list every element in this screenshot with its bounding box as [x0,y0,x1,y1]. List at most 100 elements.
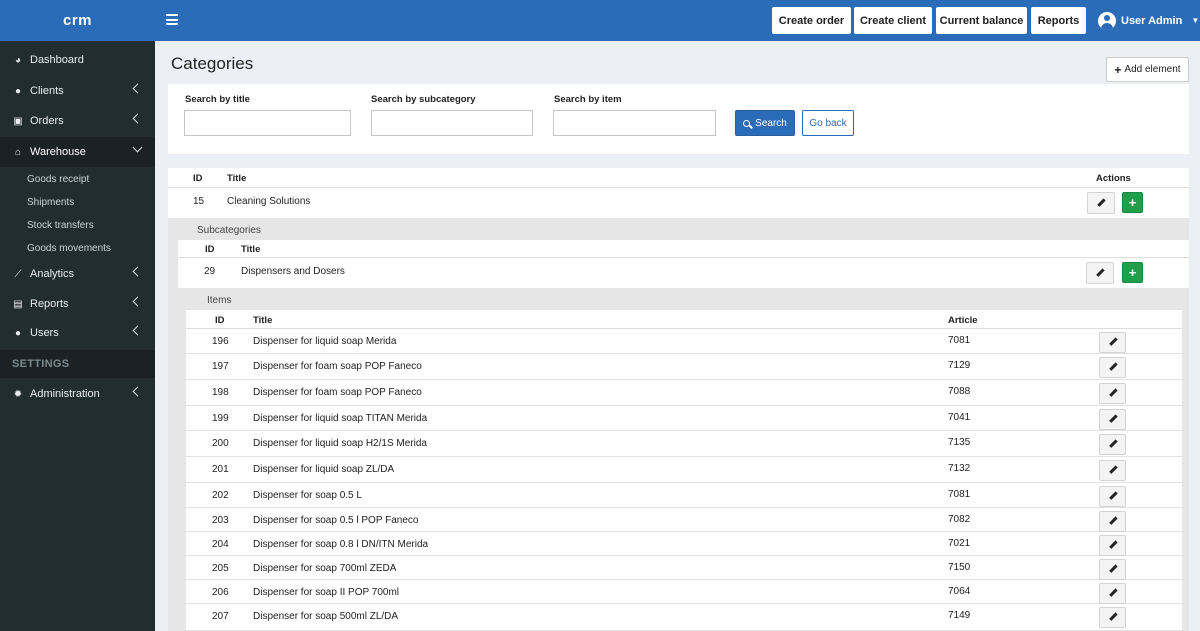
table-header: ID Title [178,240,1189,258]
pencil-icon [1108,565,1117,574]
item-id: 203 [212,515,229,526]
top-navbar: crm Create order Create client Current b… [0,0,1200,41]
sidebar-item-users[interactable]: ● Users [0,318,155,348]
search-icon [743,119,751,127]
pencil-icon [1096,269,1105,278]
chart-line-icon: ⟋ [14,268,22,280]
dashboard-icon: ◕ [14,54,22,66]
sidebar-subitem-stock-transfers[interactable]: Stock transfers [0,214,155,236]
search-subcategory-input[interactable] [371,110,533,136]
edit-item-button[interactable] [1099,332,1126,353]
sidebar-item-reports[interactable]: ▤ Reports [0,289,155,319]
table-row: 204 Dispenser for soap 0.8 l DN/ITN Merid… [186,532,1182,556]
sidebar-item-dashboard[interactable]: ◕ Dashboard [0,45,155,75]
current-balance-button[interactable]: Current balance [936,7,1027,34]
edit-item-button[interactable] [1099,383,1126,404]
item-article: 7064 [948,586,971,597]
chevron-left-icon [132,83,143,94]
pencil-icon [1108,440,1117,449]
edit-item-button[interactable] [1099,357,1126,378]
column-header-actions: Actions [1096,173,1131,184]
edit-item-button[interactable] [1099,486,1126,507]
sidebar-item-label: Warehouse [30,146,86,158]
pencil-icon [1108,517,1117,526]
sidebar-item-label: Orders [30,115,64,127]
items-label: Items [207,295,232,306]
item-title: Dispenser for liquid soap Merida [253,336,397,347]
add-subcategory-button[interactable]: + [1122,192,1143,213]
sidebar-item-analytics[interactable]: ⟋ Analytics [0,259,155,289]
table-row: 203 Dispenser for soap 0.5 l POP Faneco 70… [186,508,1182,532]
add-item-button[interactable]: + [1122,262,1143,283]
search-title-input[interactable] [184,110,351,136]
item-article: 7081 [948,335,971,346]
create-order-button[interactable]: Create order [772,7,851,34]
users-icon: ● [14,85,22,97]
item-title: Dispenser for liquid soap TITAN Merida [253,413,428,424]
item-id: 198 [212,387,229,398]
sidebar-subitem-shipments[interactable]: Shipments [0,191,155,213]
sidebar-item-warehouse[interactable]: ⌂ Warehouse [0,137,155,167]
item-id: 204 [212,539,229,550]
subcategories-table: ID Title 29 Dispensers and Dosers + Item… [178,240,1189,631]
edit-item-button[interactable] [1099,607,1126,628]
sidebar-item-clients[interactable]: ● Clients [0,76,155,106]
menu-toggle-icon[interactable] [166,14,178,25]
edit-item-button[interactable] [1099,559,1126,580]
sidebar-subitem-goods-receipt[interactable]: Goods receipt [0,168,155,190]
sidebar-item-label: Analytics [30,268,75,280]
table-row: 206 Dispenser for soap II POP 700ml 7064 [186,580,1182,604]
edit-category-button[interactable] [1087,192,1115,214]
search-item-input[interactable] [553,110,716,136]
sidebar-item-label: Administration [30,388,100,400]
item-title: Dispenser for soap 500ml ZL/DA [253,611,399,622]
sidebar-item-administration[interactable]: ✹ Administration [0,379,155,409]
item-title: Dispenser for foam soap POP Faneco [253,361,422,372]
pencil-icon [1108,415,1117,424]
edit-item-button[interactable] [1099,409,1126,430]
item-id: 201 [212,464,229,475]
user-menu[interactable]: User Admin ▼ [1098,10,1199,31]
filter-panel: Search by title Search by subcategory Se… [168,84,1189,154]
column-header-id: ID [193,173,203,184]
items-table: ID Title Article 196 Dispenser for liquid… [186,310,1182,631]
user-name: User Admin [1121,14,1183,27]
item-id: 197 [212,361,229,372]
pencil-icon [1097,199,1106,208]
chevron-down-icon [132,142,143,153]
table-row: 201 Dispenser for liquid soap ZL/DA 7132 [186,457,1182,483]
create-client-button[interactable]: Create client [854,7,932,34]
page-title: Categories [171,54,254,73]
pencil-icon [1108,541,1117,550]
item-article: 7135 [948,437,971,448]
sidebar-subitem-goods-movements[interactable]: Goods movements [0,237,155,259]
edit-item-button[interactable] [1099,583,1126,604]
table-row: 199 Dispenser for liquid soap TITAN Merid… [186,406,1182,431]
add-element-button[interactable]: + Add element [1106,57,1189,82]
edit-item-button[interactable] [1099,434,1126,455]
table-row: 200 Dispenser for liquid soap H2/1S Merid… [186,431,1182,457]
edit-item-button[interactable] [1099,511,1126,532]
search-button-label: Search [755,117,787,129]
item-article: 7041 [948,412,971,423]
pencil-icon [1108,466,1117,475]
brand-logo[interactable]: crm [0,0,155,41]
edit-item-button[interactable] [1099,460,1126,481]
edit-subcategory-button[interactable] [1086,262,1114,284]
subcategory-id: 29 [204,266,216,277]
column-header-title: Title [227,173,247,184]
pencil-icon [1108,613,1117,622]
column-header-title: Title [253,315,273,326]
plus-icon: + [1128,265,1137,280]
sidebar-item-orders[interactable]: ▣ Orders [0,106,155,136]
pencil-icon [1108,363,1117,372]
item-article: 7132 [948,463,971,474]
go-back-button[interactable]: Go back [802,110,854,136]
search-button[interactable]: Search [735,110,795,136]
item-id: 196 [212,336,229,347]
reports-button[interactable]: Reports [1031,7,1086,34]
file-icon: ▤ [13,298,23,310]
settings-section-header: SETTINGS [0,350,155,378]
edit-item-button[interactable] [1099,535,1126,556]
table-header: ID Title Actions [168,168,1189,188]
